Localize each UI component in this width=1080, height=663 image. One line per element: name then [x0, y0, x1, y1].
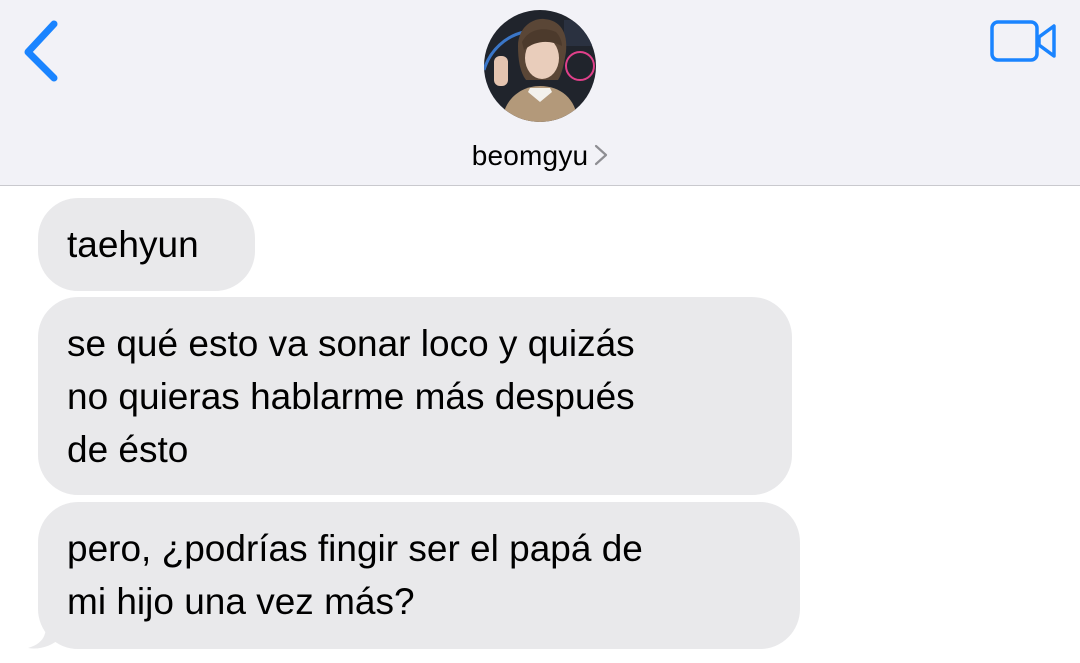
bubble-tail — [28, 612, 60, 649]
message-bubble-incoming[interactable]: taehyun — [38, 198, 255, 291]
conversation-header: beomgyu — [0, 0, 1080, 186]
contact-avatar[interactable] — [484, 10, 596, 122]
contact-name: beomgyu — [471, 140, 589, 171]
chevron-right-icon — [595, 144, 608, 166]
contact-name-button[interactable]: beomgyu — [0, 140, 1080, 172]
message-bubble-incoming[interactable]: se qué esto va sonar loco y quizás no qu… — [38, 297, 792, 495]
avatar-photo — [484, 10, 596, 122]
message-bubble-incoming[interactable]: pero, ¿podrías fingir ser el papá de mi … — [38, 502, 800, 649]
back-button[interactable] — [18, 18, 68, 82]
video-camera-icon — [990, 20, 1056, 62]
chevron-left-icon — [24, 20, 58, 82]
facetime-video-button[interactable] — [988, 18, 1060, 66]
